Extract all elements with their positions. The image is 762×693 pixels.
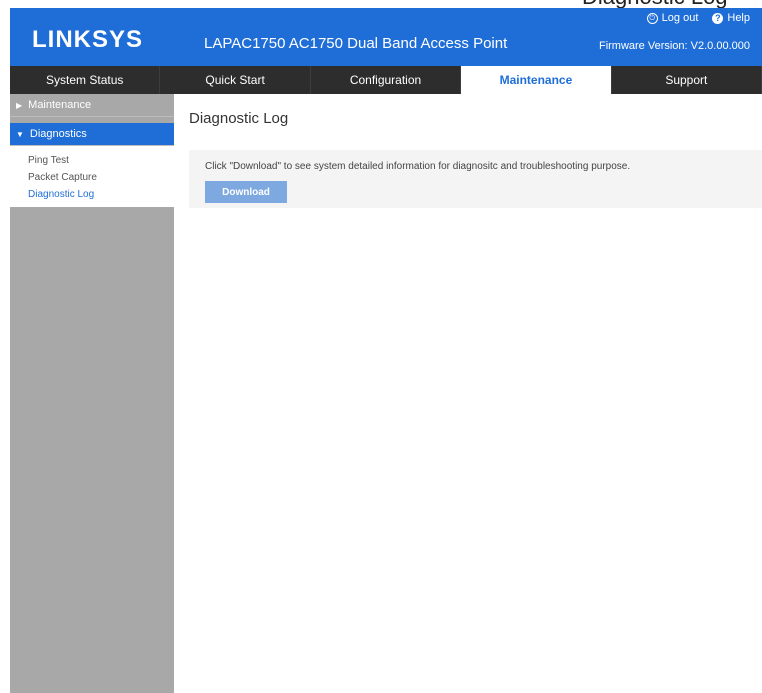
help-icon: ?: [712, 12, 724, 24]
main-nav: System Status Quick Start Configuration …: [10, 66, 762, 94]
download-button[interactable]: Download: [205, 181, 287, 203]
firmware-version: Firmware Version: V2.0.00.000: [598, 40, 750, 52]
chevron-right-icon: ▶: [16, 100, 23, 110]
tab-maintenance[interactable]: Maintenance: [461, 66, 612, 94]
page-title: Diagnostic Log: [189, 110, 289, 127]
sidebar: ▶ Maintenance ▼ Diagnostics Ping Test Pa…: [10, 94, 174, 693]
sidebar-group-diagnostics[interactable]: ▼ Diagnostics: [10, 123, 174, 146]
help-label: Help: [727, 12, 750, 24]
panel-description: Click "Download" to see system detailed …: [205, 161, 631, 172]
tab-system-status[interactable]: System Status: [10, 66, 161, 94]
header-bar: LINKSYS LAPAC1750 AC1750 Dual Band Acces…: [10, 8, 762, 66]
sidebar-submenu: Ping Test Packet Capture Diagnostic Log: [10, 146, 174, 207]
sidebar-group-maintenance[interactable]: ▶ Maintenance: [10, 94, 174, 117]
logout-link[interactable]: ⏻ Log out: [646, 12, 699, 24]
sidebar-group-label: Maintenance: [28, 99, 92, 111]
product-name: LAPAC1750 AC1750 Dual Band Access Point: [204, 35, 508, 52]
tab-support[interactable]: Support: [612, 66, 762, 94]
power-icon: ⏻: [646, 12, 658, 24]
diagnostic-panel: Click "Download" to see system detailed …: [189, 150, 762, 208]
sidebar-group-label: Diagnostics: [29, 128, 87, 140]
top-links: ⏻ Log out ? Help: [646, 12, 750, 24]
tab-quick-start[interactable]: Quick Start: [160, 66, 311, 94]
logout-label: Log out: [661, 12, 699, 24]
sidebar-item-packet-capture[interactable]: Packet Capture: [10, 169, 174, 186]
tab-configuration[interactable]: Configuration: [311, 66, 462, 94]
linksys-logo: LINKSYS: [32, 26, 144, 53]
help-link[interactable]: ? Help: [712, 12, 750, 24]
chevron-down-icon: ▼: [16, 129, 24, 139]
sidebar-item-diagnostic-log[interactable]: Diagnostic Log: [10, 186, 174, 203]
sidebar-item-ping-test[interactable]: Ping Test: [10, 152, 174, 169]
overflow-caption: Diagnostic Log: [582, 0, 728, 8]
